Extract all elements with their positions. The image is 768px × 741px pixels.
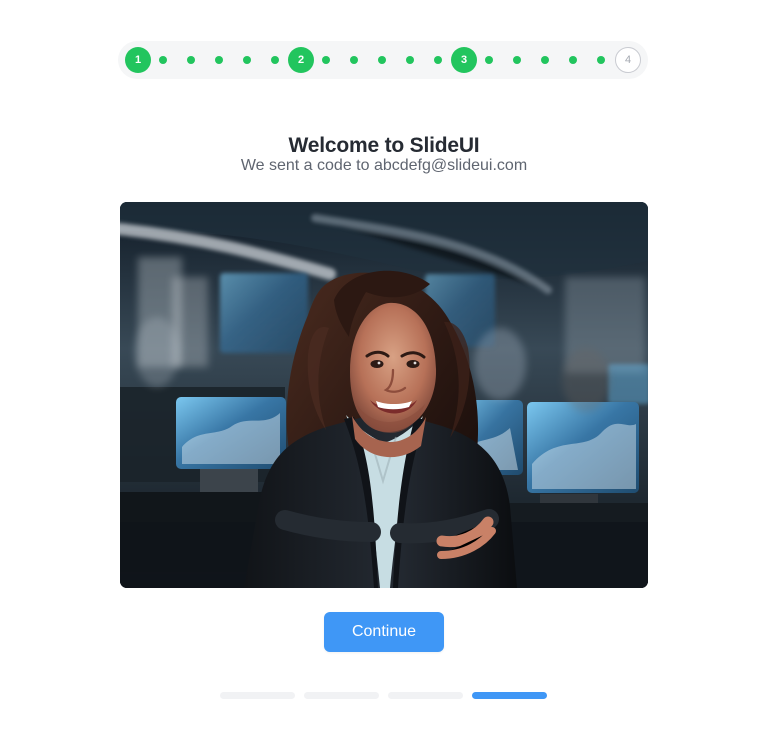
step-3[interactable]: 3	[451, 47, 477, 73]
step-3-label: 3	[460, 54, 468, 66]
step-1-label: 1	[134, 54, 142, 66]
step-dot	[541, 56, 549, 64]
step-dot	[378, 56, 386, 64]
step-dot	[215, 56, 223, 64]
step-1[interactable]: 1	[125, 47, 151, 73]
step-dot	[243, 56, 251, 64]
step-2-label: 2	[297, 54, 305, 66]
page-subtitle: We sent a code to abcdefg@slideui.com	[240, 157, 528, 174]
page-title: Welcome to SlideUI	[288, 134, 480, 158]
onboarding-page: 1 2 3 4 Welcome to SlideUI We sent a cod…	[0, 0, 768, 741]
step-4-label: 4	[624, 54, 632, 66]
step-dot	[322, 56, 330, 64]
step-dot	[406, 56, 414, 64]
step-dot	[271, 56, 279, 64]
page-indicator-1[interactable]	[220, 692, 295, 699]
page-indicator-4[interactable]	[472, 692, 547, 699]
step-dot	[513, 56, 521, 64]
step-dot	[569, 56, 577, 64]
step-dot	[597, 56, 605, 64]
page-indicator-2[interactable]	[304, 692, 379, 699]
step-dot	[350, 56, 358, 64]
office-portrait-illustration	[120, 202, 648, 588]
step-dot	[485, 56, 493, 64]
step-4[interactable]: 4	[615, 47, 641, 73]
step-dot	[159, 56, 167, 64]
hero-image	[120, 202, 648, 588]
step-dot	[187, 56, 195, 64]
continue-button[interactable]: Continue	[324, 612, 444, 652]
progress-stepper: 1 2 3 4	[118, 41, 648, 79]
step-2[interactable]: 2	[288, 47, 314, 73]
page-indicator-3[interactable]	[388, 692, 463, 699]
step-dot	[434, 56, 442, 64]
